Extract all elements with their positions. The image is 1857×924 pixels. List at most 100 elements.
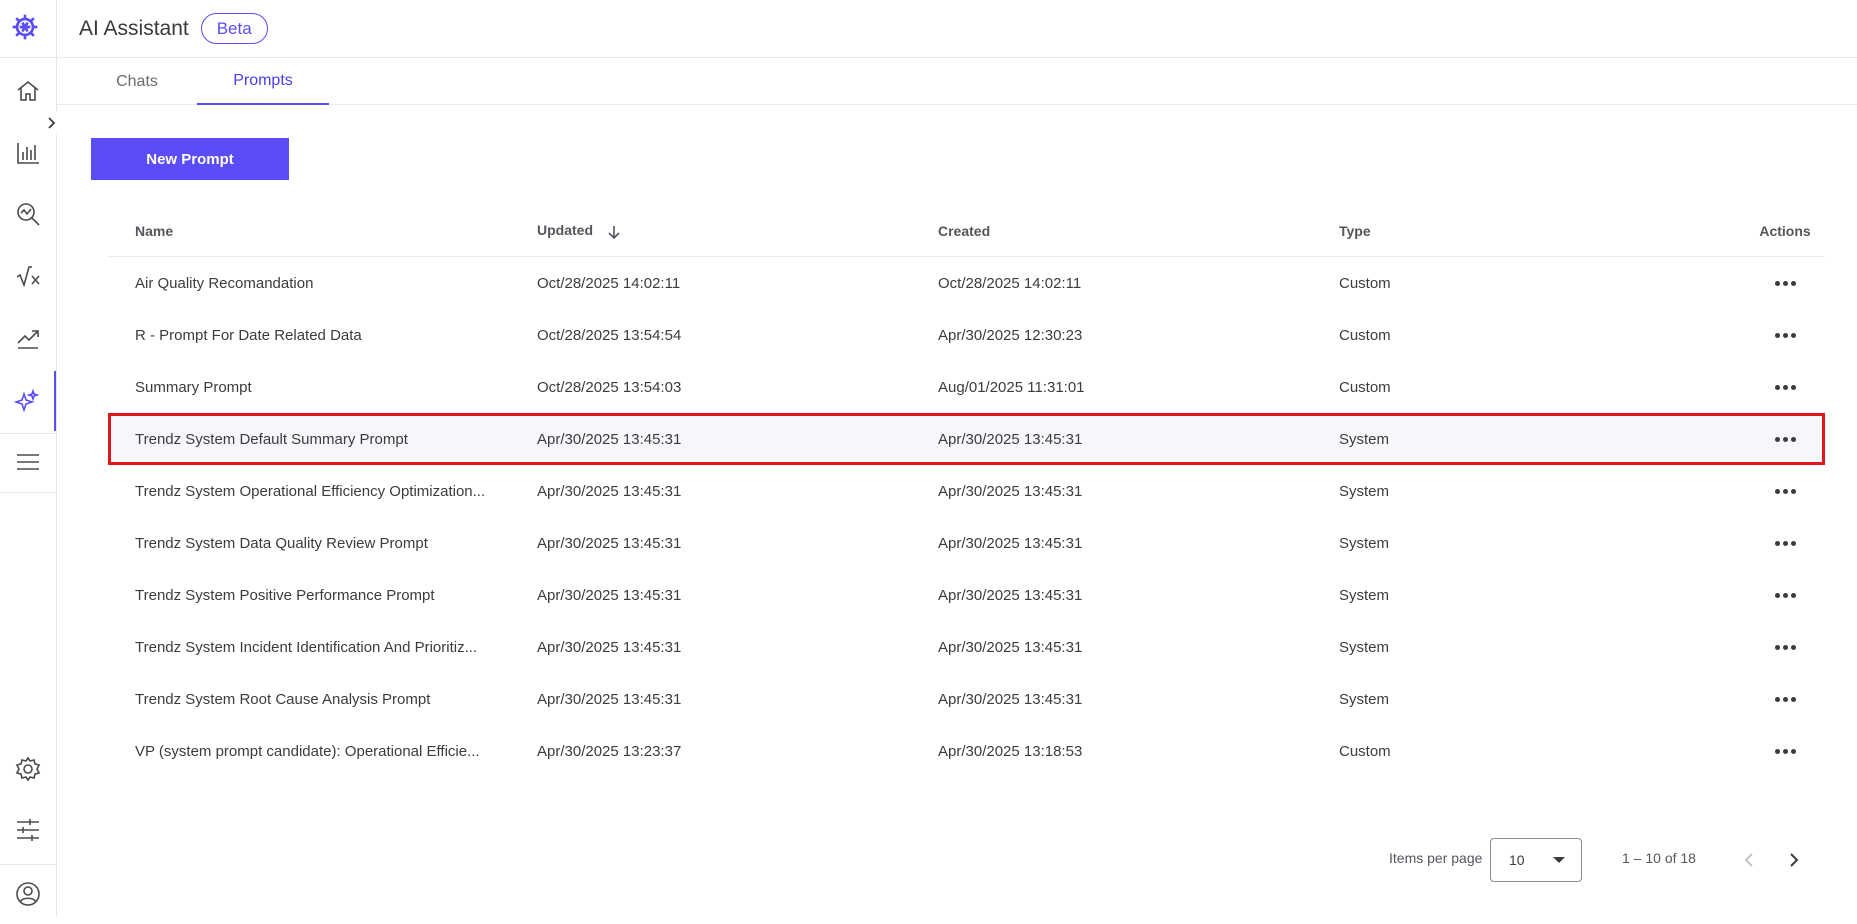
- more-actions-icon[interactable]: [1769, 743, 1802, 760]
- table-row[interactable]: VP (system prompt candidate): Operationa…: [108, 725, 1825, 777]
- menu-icon[interactable]: [0, 432, 56, 492]
- created-cell: Apr/30/2025 13:45:31: [938, 534, 1083, 552]
- column-header-actions: Actions: [1759, 222, 1811, 239]
- dropdown-caret-icon: [1553, 857, 1565, 863]
- prompt-name-cell: Trendz System Root Cause Analysis Prompt: [135, 690, 431, 708]
- more-actions-icon[interactable]: [1769, 275, 1802, 292]
- column-header-created[interactable]: Created: [938, 223, 990, 239]
- prompt-name-cell: Air Quality Recomandation: [135, 274, 314, 292]
- created-cell: Apr/30/2025 13:45:31: [938, 638, 1083, 656]
- new-prompt-button[interactable]: New Prompt: [91, 138, 289, 180]
- next-page-button[interactable]: [1775, 842, 1811, 878]
- previous-page-button[interactable]: [1732, 842, 1768, 878]
- table-row[interactable]: R - Prompt For Date Related Data Oct/28/2…: [108, 309, 1825, 361]
- more-actions-icon[interactable]: [1769, 587, 1802, 604]
- updated-cell: Apr/30/2025 13:45:31: [537, 534, 682, 552]
- actions-cell: [1745, 639, 1825, 656]
- created-cell: Apr/30/2025 13:45:31: [938, 430, 1083, 448]
- more-actions-icon[interactable]: [1769, 691, 1802, 708]
- table-row[interactable]: Trendz System Incident Identification An…: [108, 621, 1825, 673]
- table-row[interactable]: Trendz System Default Summary Prompt Apr/…: [108, 413, 1825, 465]
- type-cell: Custom: [1339, 326, 1391, 344]
- table-row[interactable]: Trendz System Operational Efficiency Opt…: [108, 465, 1825, 517]
- tab-bar: Chats Prompts: [57, 59, 1857, 105]
- search-analytics-icon[interactable]: [0, 184, 56, 244]
- type-cell: System: [1339, 482, 1390, 500]
- table-header: Name Updated Created Type Actions: [108, 205, 1825, 257]
- items-per-page-select[interactable]: 10: [1490, 838, 1582, 882]
- more-actions-icon[interactable]: [1769, 639, 1802, 656]
- created-cell: Apr/30/2025 13:18:53: [938, 742, 1083, 760]
- created-cell: Apr/30/2025 13:45:31: [938, 482, 1083, 500]
- table-row[interactable]: Trendz System Data Quality Review Prompt…: [108, 517, 1825, 569]
- updated-cell: Apr/30/2025 13:45:31: [537, 430, 682, 448]
- prompt-name-cell: Trendz System Incident Identification An…: [135, 638, 478, 656]
- created-cell: Aug/01/2025 11:31:01: [938, 378, 1085, 396]
- actions-cell: [1745, 431, 1825, 448]
- updated-cell: Apr/30/2025 13:45:31: [537, 482, 682, 500]
- updated-cell: Apr/30/2025 13:45:31: [537, 638, 682, 656]
- filters-sliders-icon[interactable]: [0, 800, 56, 860]
- more-actions-icon[interactable]: [1769, 431, 1802, 448]
- column-header-updated[interactable]: Updated: [537, 222, 621, 239]
- tab-prompts[interactable]: Prompts: [197, 59, 329, 105]
- prompt-name-cell: Trendz System Data Quality Review Prompt: [135, 534, 428, 552]
- actions-cell: [1745, 483, 1825, 500]
- actions-cell: [1745, 379, 1825, 396]
- prompts-table: Name Updated Created Type Actions Air Qu…: [108, 205, 1825, 777]
- updated-cell: Apr/30/2025 13:45:31: [537, 690, 682, 708]
- chevron-right-icon: [1790, 853, 1799, 867]
- prompt-name-cell: R - Prompt For Date Related Data: [135, 326, 362, 344]
- logo-icon[interactable]: [8, 10, 42, 44]
- settings-gear-icon[interactable]: [0, 739, 56, 799]
- prompt-name-cell: Summary Prompt: [135, 378, 252, 396]
- type-cell: Custom: [1339, 274, 1391, 292]
- prompt-name-cell: VP (system prompt candidate): Operationa…: [135, 742, 480, 760]
- chevron-left-icon: [1744, 853, 1753, 867]
- table-body: Air Quality Recomandation Oct/28/2025 14:…: [108, 257, 1825, 777]
- sort-descending-icon: [608, 225, 620, 239]
- items-per-page-label: Items per page: [1389, 850, 1483, 866]
- actions-cell: [1745, 587, 1825, 604]
- prompt-name-cell: Trendz System Positive Performance Promp…: [135, 586, 435, 604]
- more-actions-icon[interactable]: [1769, 535, 1802, 552]
- tab-chats[interactable]: Chats: [95, 59, 179, 105]
- pagination: Items per page 10 1 – 10 of 18: [57, 838, 1857, 882]
- more-actions-icon[interactable]: [1769, 483, 1802, 500]
- page-title: AI Assistant: [79, 16, 189, 40]
- type-cell: Custom: [1339, 742, 1391, 760]
- actions-cell: [1745, 327, 1825, 344]
- table-row[interactable]: Trendz System Root Cause Analysis Prompt…: [108, 673, 1825, 725]
- items-per-page-value: 10: [1509, 852, 1525, 868]
- sidebar: [0, 0, 64, 917]
- type-cell: System: [1339, 690, 1390, 708]
- trend-icon[interactable]: [0, 308, 56, 368]
- actions-cell: [1745, 275, 1825, 292]
- column-header-name[interactable]: Name: [135, 223, 505, 239]
- updated-cell: Oct/28/2025 14:02:11: [537, 274, 681, 292]
- ai-assistant-icon[interactable]: [0, 371, 56, 431]
- updated-cell: Apr/30/2025 13:23:37: [537, 742, 682, 760]
- column-header-type[interactable]: Type: [1339, 223, 1371, 239]
- pagination-range: 1 – 10 of 18: [1622, 850, 1696, 866]
- formula-icon[interactable]: [0, 246, 56, 306]
- app-header: AI Assistant Beta: [57, 0, 1857, 58]
- type-cell: Custom: [1339, 378, 1391, 396]
- table-row[interactable]: Summary Prompt Oct/28/2025 13:54:03 Aug/01…: [108, 361, 1825, 413]
- type-cell: System: [1339, 534, 1390, 552]
- updated-cell: Oct/28/2025 13:54:54: [537, 326, 682, 344]
- updated-cell: Apr/30/2025 13:45:31: [537, 586, 682, 604]
- column-header-updated-label: Updated: [537, 222, 593, 239]
- table-row[interactable]: Trendz System Positive Performance Promp…: [108, 569, 1825, 621]
- prompt-name-cell: Trendz System Default Summary Prompt: [135, 430, 408, 448]
- prompt-name-cell: Trendz System Operational Efficiency Opt…: [135, 482, 486, 500]
- created-cell: Apr/30/2025 12:30:23: [938, 326, 1083, 344]
- type-cell: System: [1339, 586, 1390, 604]
- table-row[interactable]: Air Quality Recomandation Oct/28/2025 14:…: [108, 257, 1825, 309]
- created-cell: Oct/28/2025 14:02:11: [938, 274, 1082, 292]
- more-actions-icon[interactable]: [1769, 327, 1802, 344]
- user-account-icon[interactable]: [0, 864, 56, 924]
- more-actions-icon[interactable]: [1769, 379, 1802, 396]
- type-cell: System: [1339, 638, 1390, 656]
- expand-sidebar-button[interactable]: [38, 110, 64, 136]
